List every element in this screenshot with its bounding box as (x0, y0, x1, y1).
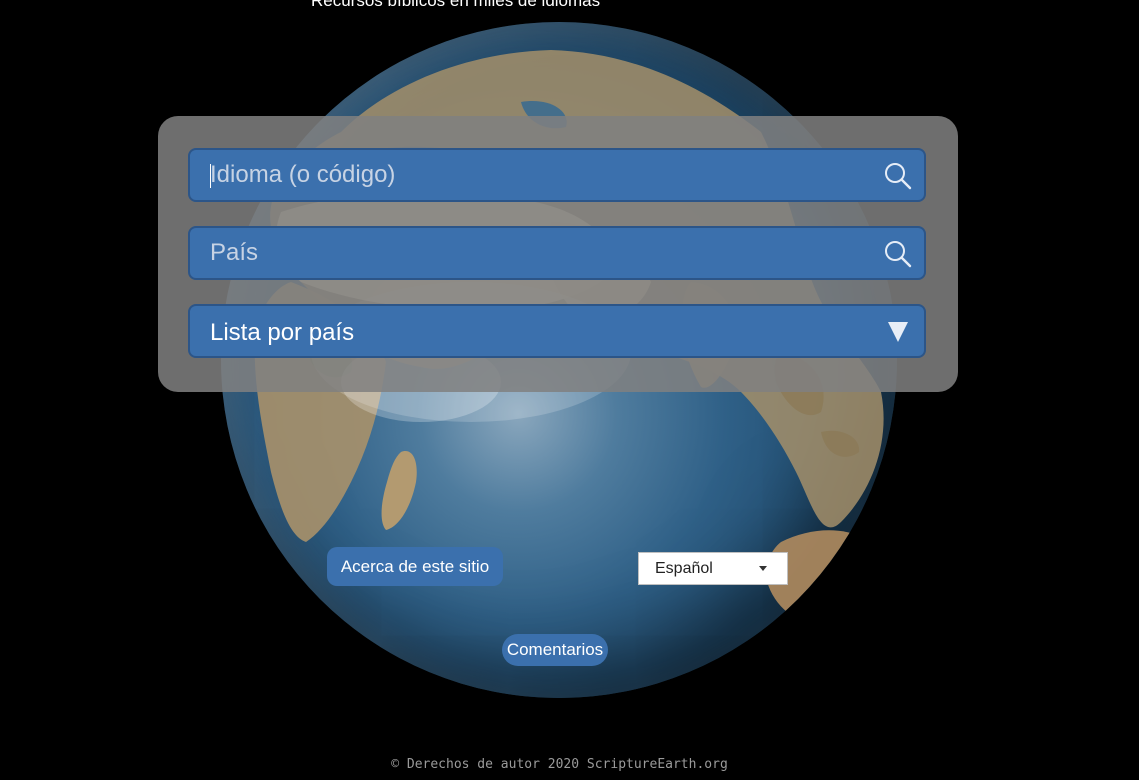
triangle-down-icon[interactable] (888, 322, 908, 342)
language-select-value: Español (655, 560, 713, 577)
country-search-field[interactable] (188, 226, 926, 280)
page: Recursos bíblicos en miles de idiomas Id… (0, 0, 1139, 780)
copyright-footer: © Derechos de autor 2020 ScriptureEarth.… (391, 757, 728, 772)
country-search-input[interactable] (210, 228, 870, 278)
search-panel: Lista por país (158, 116, 958, 392)
language-search-field[interactable] (188, 148, 926, 202)
about-site-button[interactable]: Acerca de este sitio (327, 547, 503, 586)
list-by-country-label: Lista por país (210, 319, 355, 346)
caret-down-icon (759, 566, 767, 571)
search-icon[interactable] (884, 240, 912, 268)
site-tagline: Recursos bíblicos en miles de idiomas (311, 0, 601, 10)
text-cursor (210, 164, 211, 188)
feedback-button[interactable]: Comentarios (502, 634, 608, 666)
list-by-country-dropdown[interactable]: Lista por país (188, 304, 926, 358)
language-search-input[interactable] (210, 150, 870, 200)
search-icon[interactable] (884, 162, 912, 190)
language-select[interactable]: Español (638, 552, 788, 585)
